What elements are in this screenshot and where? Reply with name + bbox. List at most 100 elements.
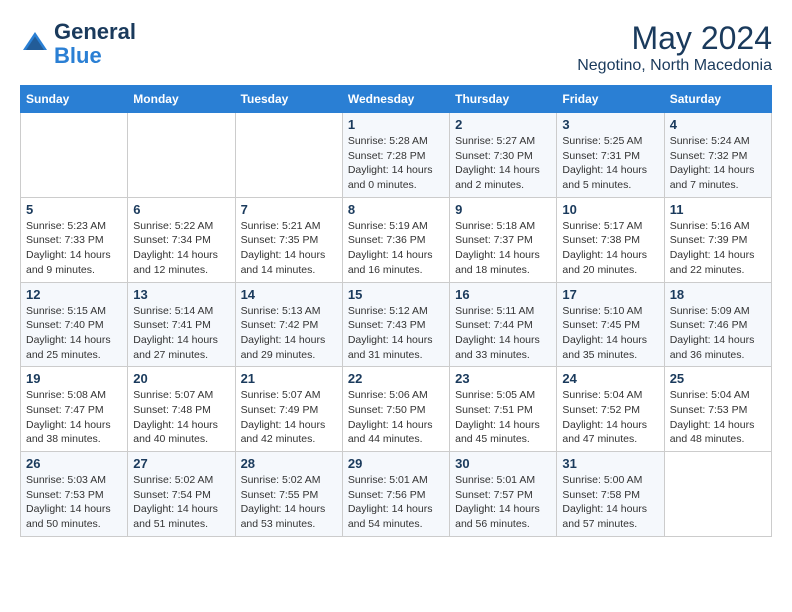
calendar-week-5: 26 Sunrise: 5:03 AMSunset: 7:53 PMDayligh… [21, 452, 772, 537]
day-info: Sunrise: 5:11 AMSunset: 7:44 PMDaylight:… [455, 304, 551, 363]
day-info: Sunrise: 5:25 AMSunset: 7:31 PMDaylight:… [562, 134, 658, 193]
weekday-header-tuesday: Tuesday [235, 86, 342, 113]
day-info: Sunrise: 5:19 AMSunset: 7:36 PMDaylight:… [348, 219, 444, 278]
day-info: Sunrise: 5:07 AMSunset: 7:48 PMDaylight:… [133, 388, 229, 447]
logo: GeneralBlue [20, 20, 136, 68]
calendar-cell: 16 Sunrise: 5:11 AMSunset: 7:44 PMDayligh… [450, 282, 557, 367]
calendar-week-2: 5 Sunrise: 5:23 AMSunset: 7:33 PMDaylight… [21, 197, 772, 282]
day-number: 21 [241, 371, 337, 386]
day-info: Sunrise: 5:07 AMSunset: 7:49 PMDaylight:… [241, 388, 337, 447]
day-info: Sunrise: 5:16 AMSunset: 7:39 PMDaylight:… [670, 219, 766, 278]
day-number: 18 [670, 287, 766, 302]
day-number: 28 [241, 456, 337, 471]
calendar-cell: 22Sunrise: 5:06 AMSunset: 7:50 PMDayligh… [342, 367, 449, 452]
calendar-cell: 27 Sunrise: 5:02 AMSunset: 7:54 PMDayligh… [128, 452, 235, 537]
calendar-cell [235, 113, 342, 198]
day-number: 10 [562, 202, 658, 217]
calendar-cell: 1 Sunrise: 5:28 AMSunset: 7:28 PMDaylight… [342, 113, 449, 198]
day-info: Sunrise: 5:01 AMSunset: 7:57 PMDaylight:… [455, 473, 551, 532]
day-info: Sunrise: 5:12 AMSunset: 7:43 PMDaylight:… [348, 304, 444, 363]
day-info: Sunrise: 5:28 AMSunset: 7:28 PMDaylight:… [348, 134, 444, 193]
day-info: Sunrise: 5:27 AMSunset: 7:30 PMDaylight:… [455, 134, 551, 193]
calendar-cell: 20Sunrise: 5:07 AMSunset: 7:48 PMDayligh… [128, 367, 235, 452]
day-number: 17 [562, 287, 658, 302]
weekday-header-sunday: Sunday [21, 86, 128, 113]
day-info: Sunrise: 5:01 AMSunset: 7:56 PMDaylight:… [348, 473, 444, 532]
day-info: Sunrise: 5:04 AMSunset: 7:52 PMDaylight:… [562, 388, 658, 447]
calendar-cell [128, 113, 235, 198]
day-info: Sunrise: 5:24 AMSunset: 7:32 PMDaylight:… [670, 134, 766, 193]
calendar-cell: 8 Sunrise: 5:19 AMSunset: 7:36 PMDaylight… [342, 197, 449, 282]
calendar-cell: 30 Sunrise: 5:01 AMSunset: 7:57 PMDayligh… [450, 452, 557, 537]
location-title: Negotino, North Macedonia [577, 57, 772, 75]
calendar-week-3: 12Sunrise: 5:15 AMSunset: 7:40 PMDayligh… [21, 282, 772, 367]
day-info: Sunrise: 5:17 AMSunset: 7:38 PMDaylight:… [562, 219, 658, 278]
calendar-cell: 3 Sunrise: 5:25 AMSunset: 7:31 PMDaylight… [557, 113, 664, 198]
day-number: 5 [26, 202, 122, 217]
day-number: 7 [241, 202, 337, 217]
day-number: 14 [241, 287, 337, 302]
calendar-cell: 21 Sunrise: 5:07 AMSunset: 7:49 PMDayligh… [235, 367, 342, 452]
day-info: Sunrise: 5:23 AMSunset: 7:33 PMDaylight:… [26, 219, 122, 278]
calendar-cell: 10 Sunrise: 5:17 AMSunset: 7:38 PMDayligh… [557, 197, 664, 282]
day-number: 4 [670, 117, 766, 132]
day-number: 31 [562, 456, 658, 471]
calendar-cell: 6 Sunrise: 5:22 AMSunset: 7:34 PMDaylight… [128, 197, 235, 282]
day-number: 26 [26, 456, 122, 471]
logo-text: GeneralBlue [54, 20, 136, 68]
day-number: 1 [348, 117, 444, 132]
day-info: Sunrise: 5:13 AMSunset: 7:42 PMDaylight:… [241, 304, 337, 363]
day-info: Sunrise: 5:10 AMSunset: 7:45 PMDaylight:… [562, 304, 658, 363]
day-number: 25 [670, 371, 766, 386]
day-number: 30 [455, 456, 551, 471]
day-info: Sunrise: 5:21 AMSunset: 7:35 PMDaylight:… [241, 219, 337, 278]
day-info: Sunrise: 5:02 AMSunset: 7:54 PMDaylight:… [133, 473, 229, 532]
calendar-cell: 19 Sunrise: 5:08 AMSunset: 7:47 PMDayligh… [21, 367, 128, 452]
weekday-header-friday: Friday [557, 86, 664, 113]
weekday-header-wednesday: Wednesday [342, 86, 449, 113]
day-info: Sunrise: 5:05 AMSunset: 7:51 PMDaylight:… [455, 388, 551, 447]
day-info: Sunrise: 5:03 AMSunset: 7:53 PMDaylight:… [26, 473, 122, 532]
day-number: 24 [562, 371, 658, 386]
day-info: Sunrise: 5:14 AMSunset: 7:41 PMDaylight:… [133, 304, 229, 363]
calendar-cell: 26 Sunrise: 5:03 AMSunset: 7:53 PMDayligh… [21, 452, 128, 537]
day-number: 15 [348, 287, 444, 302]
header: GeneralBlue May 2024 Negotino, North Mac… [20, 20, 772, 75]
calendar-cell: 15 Sunrise: 5:12 AMSunset: 7:43 PMDayligh… [342, 282, 449, 367]
calendar-cell: 29 Sunrise: 5:01 AMSunset: 7:56 PMDayligh… [342, 452, 449, 537]
day-number: 12 [26, 287, 122, 302]
calendar-cell: 18 Sunrise: 5:09 AMSunset: 7:46 PMDayligh… [664, 282, 771, 367]
weekday-header-row: SundayMondayTuesdayWednesdayThursdayFrid… [21, 86, 772, 113]
day-number: 6 [133, 202, 229, 217]
day-number: 9 [455, 202, 551, 217]
calendar-cell: 4 Sunrise: 5:24 AMSunset: 7:32 PMDaylight… [664, 113, 771, 198]
calendar-cell: 14 Sunrise: 5:13 AMSunset: 7:42 PMDayligh… [235, 282, 342, 367]
calendar-cell [21, 113, 128, 198]
calendar-cell [664, 452, 771, 537]
calendar-cell: 12Sunrise: 5:15 AMSunset: 7:40 PMDayligh… [21, 282, 128, 367]
day-number: 8 [348, 202, 444, 217]
day-info: Sunrise: 5:04 AMSunset: 7:53 PMDaylight:… [670, 388, 766, 447]
day-number: 3 [562, 117, 658, 132]
calendar-cell: 2 Sunrise: 5:27 AMSunset: 7:30 PMDaylight… [450, 113, 557, 198]
calendar-cell: 17 Sunrise: 5:10 AMSunset: 7:45 PMDayligh… [557, 282, 664, 367]
day-number: 2 [455, 117, 551, 132]
day-number: 11 [670, 202, 766, 217]
day-info: Sunrise: 5:00 AMSunset: 7:58 PMDaylight:… [562, 473, 658, 532]
calendar-cell: 9Sunrise: 5:18 AMSunset: 7:37 PMDaylight… [450, 197, 557, 282]
weekday-header-saturday: Saturday [664, 86, 771, 113]
day-number: 29 [348, 456, 444, 471]
day-number: 16 [455, 287, 551, 302]
calendar-cell: 13Sunrise: 5:14 AMSunset: 7:41 PMDayligh… [128, 282, 235, 367]
day-number: 27 [133, 456, 229, 471]
day-info: Sunrise: 5:08 AMSunset: 7:47 PMDaylight:… [26, 388, 122, 447]
calendar-week-4: 19 Sunrise: 5:08 AMSunset: 7:47 PMDayligh… [21, 367, 772, 452]
day-number: 19 [26, 371, 122, 386]
calendar-cell: 11 Sunrise: 5:16 AMSunset: 7:39 PMDayligh… [664, 197, 771, 282]
day-number: 22 [348, 371, 444, 386]
calendar-cell: 23 Sunrise: 5:05 AMSunset: 7:51 PMDayligh… [450, 367, 557, 452]
calendar-week-1: 1 Sunrise: 5:28 AMSunset: 7:28 PMDaylight… [21, 113, 772, 198]
day-info: Sunrise: 5:09 AMSunset: 7:46 PMDaylight:… [670, 304, 766, 363]
day-info: Sunrise: 5:22 AMSunset: 7:34 PMDaylight:… [133, 219, 229, 278]
day-number: 23 [455, 371, 551, 386]
